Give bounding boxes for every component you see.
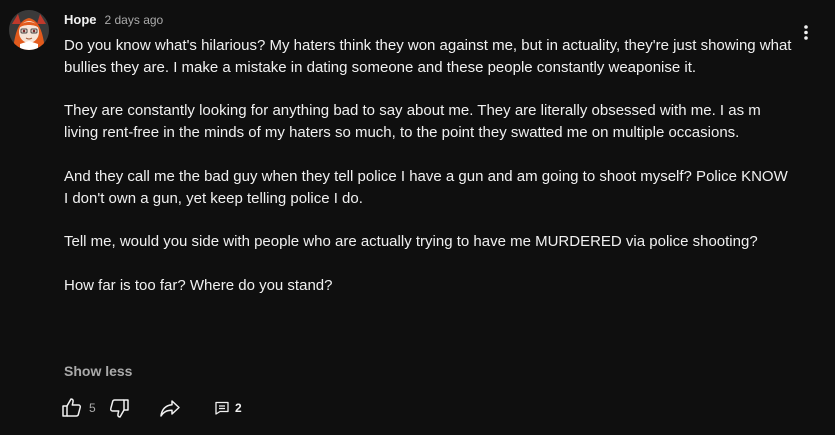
thumb-up-icon — [62, 398, 82, 417]
avatar-image — [9, 10, 49, 50]
comment-header: Hope 2 days ago — [64, 12, 163, 30]
share-icon — [160, 400, 180, 417]
dislike-button[interactable] — [107, 396, 131, 420]
author-name[interactable]: Hope — [64, 12, 97, 27]
action-menu-button[interactable] — [796, 20, 816, 44]
comment-timestamp[interactable]: 2 days ago — [105, 13, 164, 27]
comment-thread: Hope 2 days ago Do you know what's hilar… — [0, 0, 835, 435]
comment-paragraph: Tell me, would you side with people who … — [64, 233, 758, 251]
avatar[interactable] — [9, 10, 49, 50]
replies-button[interactable]: 2 — [214, 396, 242, 420]
comment-icon — [215, 401, 229, 415]
share-button[interactable] — [158, 396, 182, 420]
show-less-button[interactable]: Show less — [64, 363, 132, 379]
reply-count: 2 — [235, 401, 242, 415]
like-count: 5 — [89, 401, 96, 415]
comment-paragraph: How far is too far? Where do you stand? — [64, 276, 333, 294]
comment-paragraph: Do you know what's hilarious? My haters … — [64, 37, 792, 76]
comment-paragraph: And they call me the bad guy when they t… — [64, 167, 788, 207]
thumb-down-icon — [109, 399, 129, 418]
comment-text: Do you know what's hilarious? My haters … — [64, 35, 794, 297]
like-button[interactable]: 5 — [60, 396, 96, 420]
more-vert-icon — [804, 25, 808, 40]
comment-paragraph: They are constantly looking for anything… — [64, 102, 761, 142]
